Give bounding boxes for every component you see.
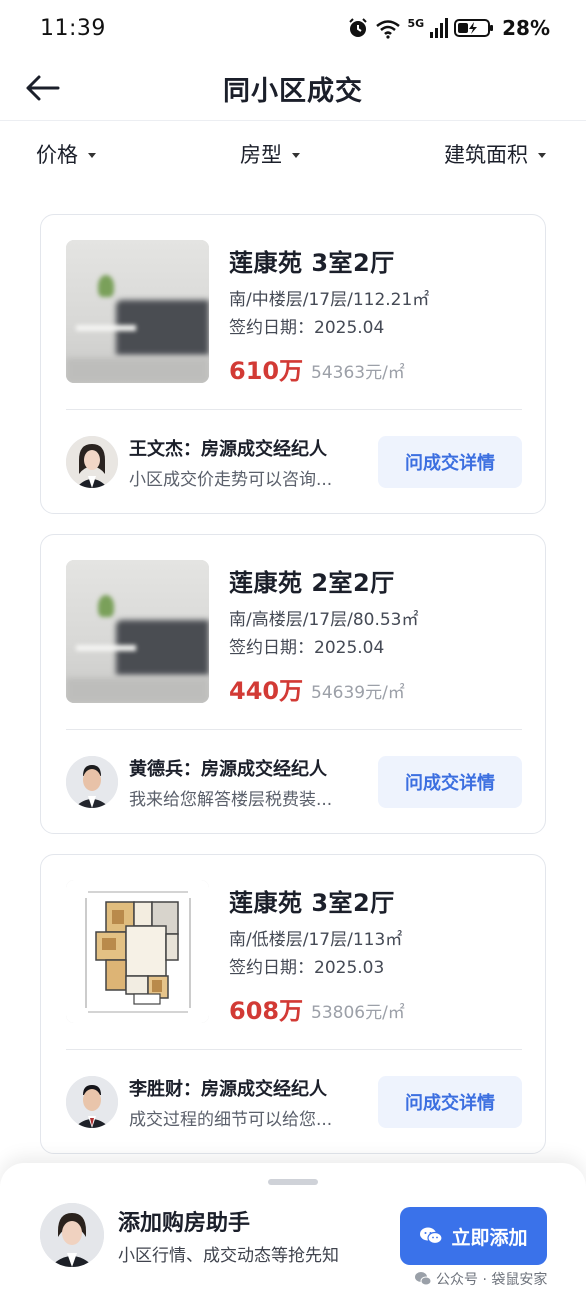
sheet-subtitle: 小区行情、成交动态等抢先知 [118,1246,339,1266]
back-button[interactable] [22,70,62,106]
listing-price: 610万 [229,357,304,385]
avatar[interactable] [66,756,118,808]
battery-icon [454,19,494,37]
listing-card[interactable]: 莲康苑 3室2厅 南/低楼层/17层/113㎡ 签约日期：2025.03 608… [40,854,546,1154]
page-title: 同小区成交 [223,75,363,107]
listing-date: 签约日期：2025.03 [229,958,385,978]
agent-name: 黄德兵：房源成交经纪人 [129,759,327,780]
listing-title: 莲康苑 3室2厅 [229,249,395,277]
listing-spec: 南/低楼层/17层/113㎡ [229,930,403,950]
filter-price[interactable]: 价格 [36,139,96,169]
listing-title: 莲康苑 2室2厅 [229,569,395,597]
listing-price: 440万 [229,677,304,705]
ask-deal-details-button[interactable]: 问成交详情 [378,1076,522,1128]
bottom-sheet: 添加购房助手 小区行情、成交动态等抢先知 立即添加 公众号 · 袋鼠安家 [0,1163,586,1303]
add-now-button[interactable]: 立即添加 [400,1207,547,1265]
listing-unit-price: 53806元/㎡ [311,1003,405,1023]
listing-title: 莲康苑 3室2厅 [229,889,395,917]
filter-label: 建筑面积 [444,143,528,167]
chevron-down-icon [88,152,96,158]
listing-photo [66,240,209,383]
agent-message: 成交过程的细节可以给您... [129,1110,333,1130]
wechat-icon [420,1227,444,1245]
filter-bar: 价格 房型 建筑面积 [0,122,586,186]
filter-area[interactable]: 建筑面积 [444,139,546,169]
agent-name: 李胜财：房源成交经纪人 [129,1079,327,1100]
listing-spec: 南/中楼层/17层/112.21㎡ [229,290,430,310]
listing-card[interactable]: 莲康苑 2室2厅 南/高楼层/17层/80.53㎡ 签约日期：2025.04 4… [40,534,546,834]
status-bar: 11:39 5G 28% [0,0,586,56]
listing-unit-price: 54639元/㎡ [311,683,405,703]
card-divider [66,729,522,730]
card-divider [66,409,522,410]
watermark-text: 公众号 · 袋鼠安家 [436,1272,548,1288]
listing-unit-price: 54363元/㎡ [311,363,405,383]
wifi-icon [376,20,401,39]
alarm-icon [349,18,368,37]
nav-divider [0,120,586,121]
chevron-down-icon [538,152,546,158]
watermark: 公众号 · 袋鼠安家 [414,1269,547,1289]
drag-handle[interactable] [268,1179,318,1185]
avatar[interactable] [66,436,118,488]
listing-photo [66,560,209,703]
status-icons: 5G 28% [347,16,550,40]
signal-icon [430,18,449,38]
filter-label: 价格 [36,143,78,167]
floor-plan-image [66,880,209,1023]
wechat-logo-icon [415,1272,432,1286]
listing-price: 608万 [229,997,304,1025]
assistant-avatar [40,1203,104,1267]
add-now-label: 立即添加 [451,1226,528,1249]
chevron-down-icon [292,152,300,158]
filter-label: 房型 [240,143,282,167]
network-type: 5G [407,16,425,30]
nav-bar: 同小区成交 [0,56,586,120]
battery-percent: 28% [502,16,550,40]
agent-message: 小区成交价走势可以咨询... [129,470,333,490]
ask-deal-details-button[interactable]: 问成交详情 [378,436,522,488]
listing-date: 签约日期：2025.04 [229,318,385,338]
agent-message: 我来给您解答楼层税费装... [129,790,333,810]
filter-layout[interactable]: 房型 [240,139,300,169]
card-divider [66,1049,522,1050]
ask-deal-details-button[interactable]: 问成交详情 [378,756,522,808]
arrow-left-icon [26,75,60,101]
listing-date: 签约日期：2025.04 [229,638,385,658]
status-time: 11:39 [40,15,106,41]
agent-name: 王文杰：房源成交经纪人 [129,439,327,460]
sheet-title: 添加购房助手 [118,1211,251,1236]
avatar[interactable] [66,1076,118,1128]
listing-card[interactable]: 莲康苑 3室2厅 南/中楼层/17层/112.21㎡ 签约日期：2025.04 … [40,214,546,514]
listing-spec: 南/高楼层/17层/80.53㎡ [229,610,419,630]
